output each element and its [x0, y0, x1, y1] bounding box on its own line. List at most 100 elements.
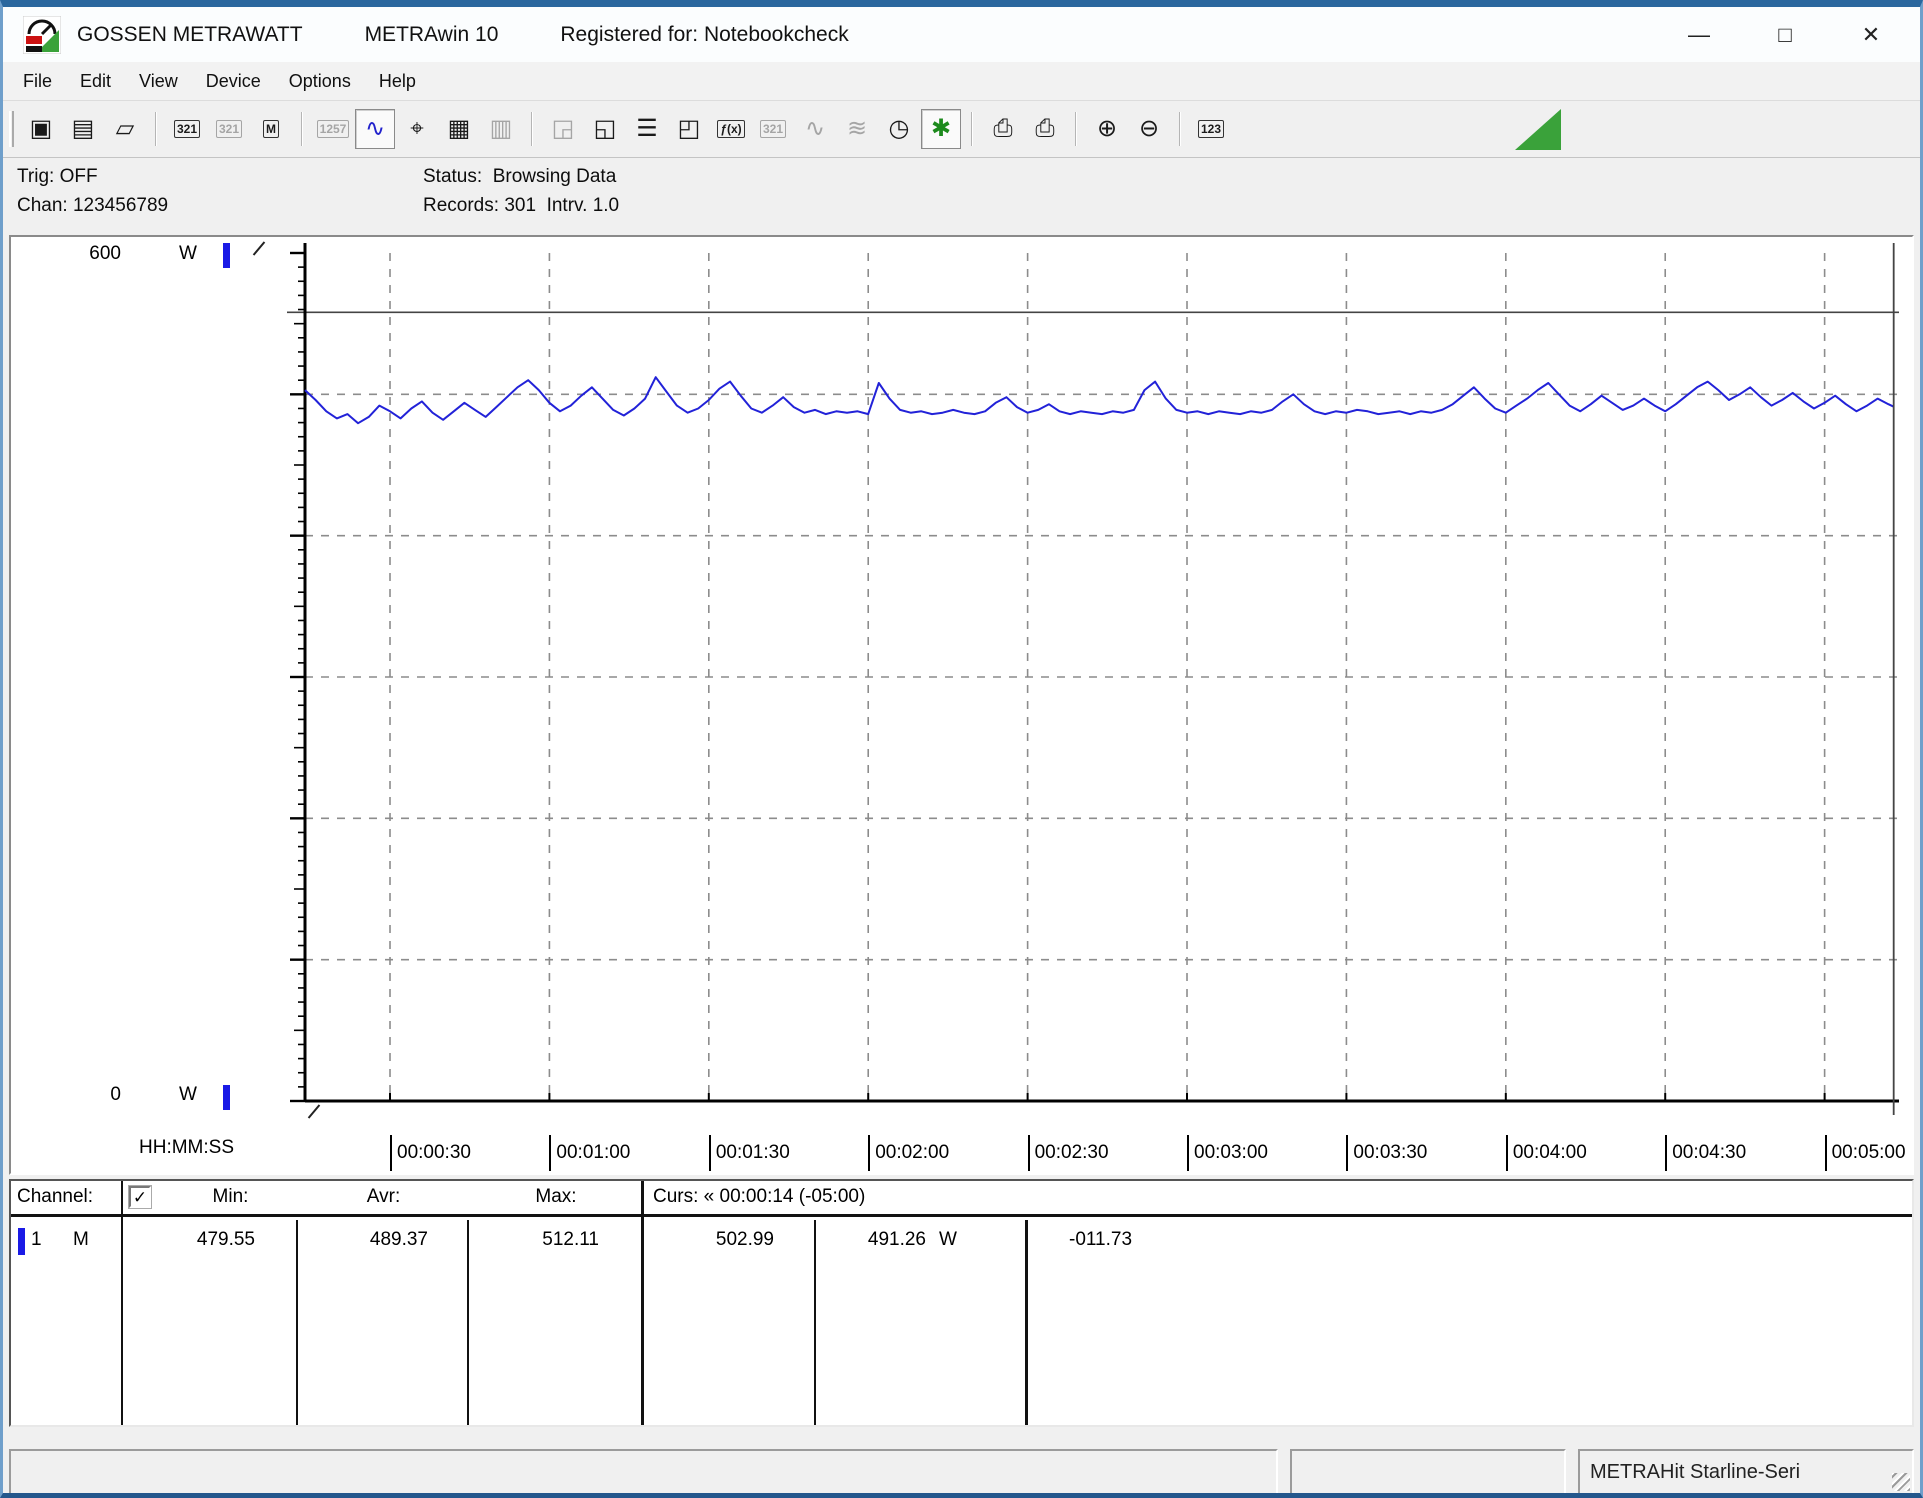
- records-label: Records:: [423, 191, 499, 220]
- export-device-icon-glyph: ◲: [552, 117, 575, 141]
- trig-label: Trig:: [17, 162, 54, 191]
- multi-curve-icon[interactable]: ≋: [837, 109, 877, 149]
- zoom-in-icon-glyph: ⊕: [1097, 117, 1117, 141]
- save-as-icon-glyph: ▤: [72, 117, 95, 141]
- menu-options[interactable]: Options: [275, 67, 365, 96]
- interval-label: Intrv.: [547, 195, 588, 216]
- time-clock-icon-glyph: ◷: [889, 117, 910, 141]
- toolbar-separator: [301, 112, 303, 146]
- status-value: Browsing Data: [493, 166, 617, 187]
- numeric-display-icon[interactable]: 1257: [313, 109, 353, 149]
- zoom-out-icon-glyph: ⊖: [1139, 117, 1159, 141]
- toolbar-separator: [971, 112, 973, 146]
- time-clock-icon[interactable]: ◷: [879, 109, 919, 149]
- numeric-display-icon-glyph: 1257: [317, 120, 350, 138]
- print-report-icon[interactable]: ⎙: [1025, 109, 1065, 149]
- resize-grip[interactable]: [1892, 1473, 1910, 1491]
- annotation-icon[interactable]: 123: [1191, 109, 1231, 149]
- row-delta: -011.73: [1069, 1229, 1132, 1251]
- menu-edit[interactable]: Edit: [66, 67, 125, 96]
- row-max: 512.11: [469, 1229, 599, 1251]
- menu-bar: FileEditViewDeviceOptionsHelp: [3, 62, 1920, 100]
- device-name: METRAHit Starline-Seri: [1590, 1461, 1800, 1484]
- window-controls: — □ ✕: [1682, 22, 1900, 48]
- channel-marker-bottom: [223, 1085, 230, 1110]
- x-tick-00:02:30: 00:02:30: [1028, 1135, 1109, 1171]
- function-icon-glyph: ƒ(x): [717, 120, 744, 138]
- title-company: GOSSEN METRAWATT: [77, 23, 303, 47]
- table-view-icon[interactable]: ▦: [439, 109, 479, 149]
- function-icon[interactable]: ƒ(x): [711, 109, 751, 149]
- read-device-321-icon-glyph: 321: [174, 120, 200, 138]
- import-device-icon[interactable]: ◱: [585, 109, 625, 149]
- multi-curve-icon-glyph: ≋: [847, 117, 867, 141]
- menu-device[interactable]: Device: [192, 67, 275, 96]
- toolbar-separator: [531, 112, 533, 146]
- device-settings-icon[interactable]: 321: [753, 109, 793, 149]
- row-min: 479.55: [123, 1229, 255, 1251]
- live-record-bug-icon[interactable]: ✱: [921, 109, 961, 149]
- annotation-icon-glyph: 123: [1198, 120, 1224, 138]
- chart-view-icon[interactable]: ∿: [355, 109, 395, 149]
- title-registered: Registered for: Notebookcheck: [560, 23, 848, 47]
- chan-value: 123456789: [73, 195, 168, 216]
- maximize-button[interactable]: □: [1768, 22, 1802, 48]
- avr-header: Avr:: [298, 1186, 469, 1208]
- import-device-icon-glyph: ◱: [594, 117, 617, 141]
- read-device-321-icon[interactable]: 321: [167, 109, 207, 149]
- disconnect-device-icon[interactable]: 321: [209, 109, 249, 149]
- chart-panel: 600 W 0 W HH:MM:SS 00:00:3000:01:0000:01…: [9, 235, 1914, 1175]
- x-tick-00:03:30: 00:03:30: [1346, 1135, 1427, 1171]
- x-tick-00:01:30: 00:01:30: [709, 1135, 790, 1171]
- save-file-icon-glyph: ▣: [30, 117, 53, 141]
- channel-checkbox[interactable]: ✓: [129, 1186, 151, 1208]
- histogram-view-icon[interactable]: ▥: [481, 109, 521, 149]
- disconnect-device-icon-glyph: 321: [216, 120, 242, 138]
- toolbar: ▣ ▤ ▱ 321 321 M 1257 ∿ ⌖ ▦ ▥ ◲ ◱ ☰ ◰ ƒ(x) 321 ∿ ≋ ◷ ✱ ⎙⎙ ⊕ ⊖ 123: [3, 100, 1920, 158]
- row-cursor-value: 502.99: [644, 1229, 774, 1251]
- y-max-label: 600: [59, 243, 121, 265]
- max-header: Max:: [469, 1186, 643, 1208]
- curve-compare-icon[interactable]: ∿: [795, 109, 835, 149]
- histogram-view-icon-glyph: ▥: [490, 117, 513, 141]
- print-chart-icon[interactable]: ⎙: [983, 109, 1023, 149]
- monitor-view-icon[interactable]: ◰: [669, 109, 709, 149]
- x-tick-00:01:00: 00:01:00: [549, 1135, 630, 1171]
- y-max-unit: W: [179, 243, 197, 265]
- app-window: GOSSEN METRAWATT METRAwin 10 Registered …: [0, 0, 1923, 1498]
- read-device-m-icon-glyph: M: [263, 120, 279, 138]
- open-file-icon-glyph: ▱: [116, 117, 134, 141]
- monitor-view-icon-glyph: ◰: [678, 117, 701, 141]
- menu-help[interactable]: Help: [365, 67, 430, 96]
- close-button[interactable]: ✕: [1854, 22, 1888, 48]
- device-settings-icon-glyph: 321: [760, 120, 786, 138]
- menu-file[interactable]: File: [9, 67, 66, 96]
- channel-config-icon[interactable]: ☰: [627, 109, 667, 149]
- statusbar-device-panel: METRAHit Starline-Seri: [1578, 1449, 1914, 1495]
- minimize-button[interactable]: —: [1682, 22, 1716, 48]
- chan-label: Chan:: [17, 191, 68, 220]
- zoom-in-icon[interactable]: ⊕: [1087, 109, 1127, 149]
- table-view-icon-glyph: ▦: [448, 117, 471, 141]
- save-as-icon[interactable]: ▤: [63, 109, 103, 149]
- app-logo-icon: [23, 16, 61, 54]
- x-tick-00:04:00: 00:04:00: [1506, 1135, 1587, 1171]
- export-device-icon[interactable]: ◲: [543, 109, 583, 149]
- toolbar-grip[interactable]: [9, 111, 14, 147]
- save-file-icon[interactable]: ▣: [21, 109, 61, 149]
- menu-view[interactable]: View: [125, 67, 192, 96]
- xy-view-icon[interactable]: ⌖: [397, 109, 437, 149]
- read-device-m-icon[interactable]: M: [251, 109, 291, 149]
- open-file-icon[interactable]: ▱: [105, 109, 145, 149]
- zoom-out-icon[interactable]: ⊖: [1129, 109, 1169, 149]
- power-chart[interactable]: [245, 241, 1913, 1153]
- x-tick-00:02:00: 00:02:00: [868, 1135, 949, 1171]
- statusbar-panel-1: [9, 1449, 1278, 1495]
- status-bar: METRAHit Starline-Seri: [9, 1449, 1914, 1495]
- curve-compare-icon-glyph: ∿: [805, 117, 825, 141]
- go-live-triangle-icon[interactable]: [1515, 109, 1561, 150]
- chart-view-icon-glyph: ∿: [365, 117, 385, 141]
- row-avr: 489.37: [298, 1229, 428, 1251]
- row-channel-num: 1: [31, 1229, 42, 1251]
- cursor-header: Curs: « 00:00:14 (-05:00): [653, 1186, 865, 1208]
